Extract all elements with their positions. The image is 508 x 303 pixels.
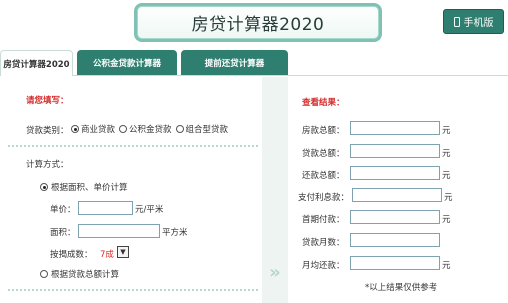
- title-banner: 房贷计算器2020: [134, 3, 382, 42]
- mortgage-ratio-label: 按揭成数：: [50, 250, 93, 260]
- result-title: 查看结果：: [302, 98, 345, 108]
- result-unit: 元: [442, 171, 451, 181]
- result-label-monthly-payment: 月均还款：: [302, 261, 345, 271]
- mode-total-label: 根据贷款总额计算: [51, 270, 120, 280]
- loan-type-combo-label: 组合型贷款: [185, 125, 229, 135]
- dotted-separator-bottom: [8, 289, 258, 291]
- result-label-down-payment: 首期付款：: [302, 215, 345, 225]
- unit-price-input[interactable]: [78, 201, 133, 215]
- loan-type-group: 商业贷款 公积金贷款 组合型贷款: [71, 123, 228, 135]
- loan-type-combo-radio[interactable]: [175, 125, 184, 133]
- loan-type-commercial-label: 商业贷款: [81, 125, 116, 135]
- mortgage-ratio-value[interactable]: 7成: [100, 248, 114, 260]
- result-label-repay-total: 还款总额：: [302, 171, 345, 181]
- area-unit: 平方米: [162, 228, 188, 238]
- area-input[interactable]: [78, 224, 160, 238]
- result-label-interest: 支付利息款：: [298, 193, 350, 203]
- calc-mode-label: 计算方式：: [26, 160, 69, 170]
- loan-type-provident-radio[interactable]: [119, 125, 128, 133]
- mode-total-radio[interactable]: [40, 270, 48, 278]
- mobile-version-button[interactable]: 手机版: [443, 9, 504, 34]
- chevron-down-icon: ▼: [120, 248, 126, 256]
- area-label: 面积：: [50, 228, 76, 238]
- tab-provident-fund-calculator[interactable]: 公积金贷款计算器: [77, 50, 177, 75]
- result-label-total-price: 房款总额：: [302, 126, 345, 136]
- page-title: 房贷计算器2020: [137, 6, 379, 39]
- mode-area-label: 根据面积、单价计算: [51, 183, 128, 193]
- loan-months-output[interactable]: [350, 233, 440, 247]
- monthly-payment-output[interactable]: [350, 256, 440, 270]
- mode-total-option: 根据贷款总额计算: [40, 268, 119, 280]
- tab-prepayment-calculator[interactable]: 提前还贷计算器: [181, 50, 288, 75]
- result-label-loan-total: 贷款总额：: [302, 149, 345, 159]
- loan-type-label: 贷款类别：: [26, 126, 69, 136]
- mobile-version-label: 手机版: [463, 18, 494, 29]
- result-unit: 元: [442, 215, 451, 225]
- disclaimer-note: *以上结果仅供参考: [365, 283, 438, 293]
- loan-type-commercial-radio[interactable]: [71, 125, 79, 133]
- double-arrow-right-icon: »: [269, 262, 281, 283]
- down-payment-output[interactable]: [350, 210, 440, 224]
- result-unit: 元: [444, 193, 453, 203]
- unit-price-label: 单价：: [50, 205, 76, 215]
- phone-icon: [453, 16, 460, 27]
- mode-area-radio[interactable]: [40, 183, 48, 191]
- loan-total-output[interactable]: [350, 144, 440, 158]
- unit-price-unit: 元/平米: [135, 205, 164, 215]
- repay-total-output[interactable]: [350, 166, 440, 180]
- total-price-output[interactable]: [350, 121, 440, 135]
- dotted-separator: [8, 145, 258, 147]
- tab-mortgage-calculator[interactable]: 房贷计算器2020: [0, 50, 73, 76]
- result-unit: 元: [442, 261, 451, 271]
- loan-type-provident-label: 公积金贷款: [129, 125, 172, 135]
- mortgage-ratio-dropdown[interactable]: ▼: [117, 246, 129, 258]
- result-label-loan-months: 贷款月数：: [302, 238, 345, 248]
- result-unit: 元: [442, 149, 451, 159]
- interest-output[interactable]: [352, 188, 442, 202]
- mode-area-option: 根据面积、单价计算: [40, 181, 128, 193]
- fill-in-title: 请您填写：: [26, 96, 69, 106]
- result-unit: 元: [442, 126, 451, 136]
